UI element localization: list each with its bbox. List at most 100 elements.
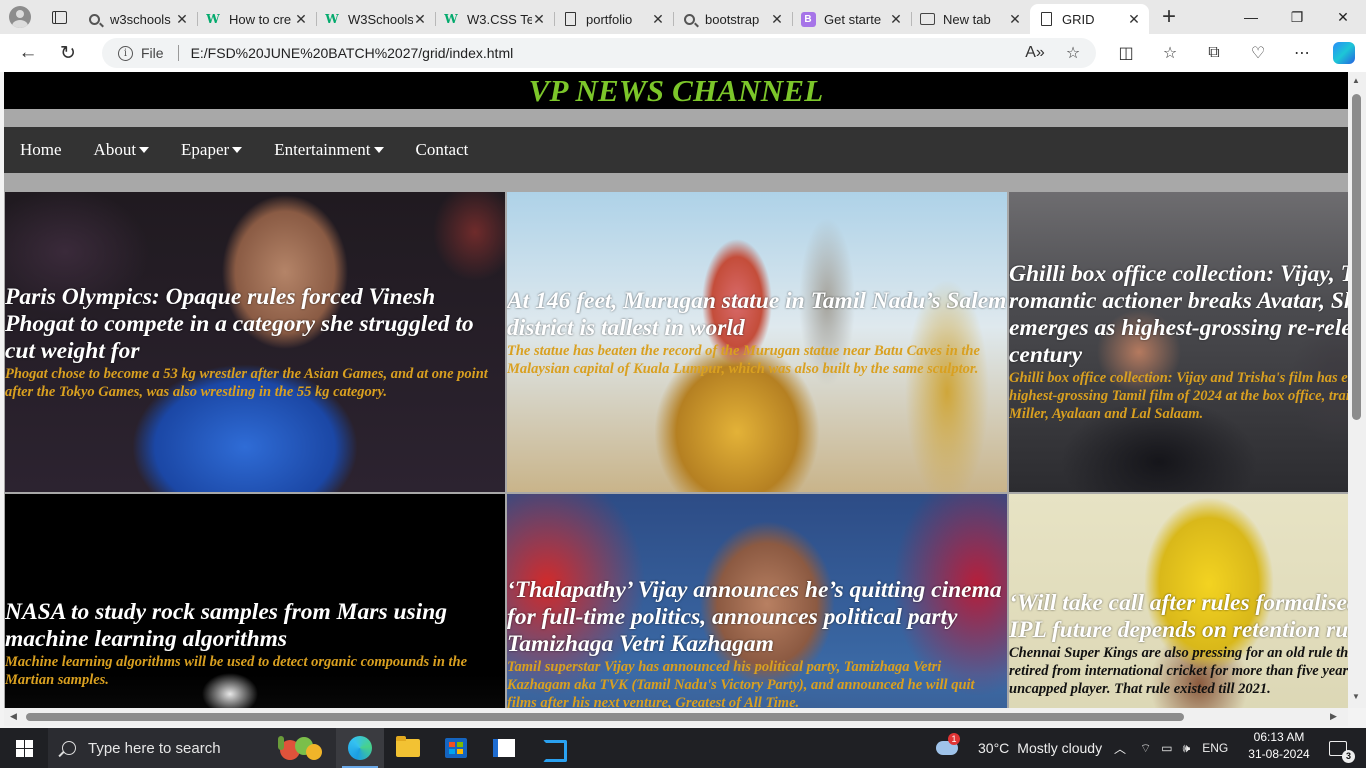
taskbar-search-box[interactable]: Type here to search: [48, 728, 336, 768]
url-text[interactable]: E:/FSD%20JUNE%20BATCH%2027/grid/index.ht…: [191, 45, 514, 61]
tab-close-icon[interactable]: ✕: [1127, 11, 1141, 28]
scroll-up-arrow-icon[interactable]: ▲: [1352, 76, 1360, 85]
profile-avatar-icon: [9, 6, 31, 28]
tab-label: New tab: [943, 11, 991, 27]
more-options-icon[interactable]: ⋯: [1280, 34, 1324, 72]
split-screen-icon[interactable]: ◫: [1104, 34, 1148, 72]
favorites-icon[interactable]: ☆: [1148, 34, 1192, 72]
site-navbar: Home About Epaper Entertainment Contact: [4, 127, 1348, 173]
collections-icon[interactable]: ⧉: [1192, 34, 1236, 72]
horizontal-scrollbar[interactable]: ◀ ▶: [4, 708, 1348, 726]
news-card-vijay-politics[interactable]: ‘Thalapathy’ Vijay announces he’s quitti…: [507, 494, 1007, 708]
notification-center-button[interactable]: 3: [1318, 728, 1358, 768]
browser-tab-how-to-create[interactable]: W How to cre ✕: [197, 5, 316, 33]
search-icon: [62, 741, 76, 755]
tab-label: bootstrap: [705, 11, 760, 27]
address-bar[interactable]: i File E:/FSD%20JUNE%20BATCH%2027/grid/i…: [102, 38, 1096, 68]
weather-widget[interactable]: 1 30°C Mostly cloudy: [936, 728, 1102, 768]
new-tab-button[interactable]: +: [1149, 0, 1189, 34]
folder-icon: [396, 736, 420, 757]
bootstrap-icon: B: [800, 11, 816, 27]
browser-tab-portfolio[interactable]: portfolio ✕: [554, 5, 673, 33]
back-arrow-icon[interactable]: ←: [8, 34, 48, 72]
language-indicator[interactable]: ENG: [1202, 741, 1228, 755]
scroll-down-arrow-icon[interactable]: ▼: [1352, 692, 1360, 701]
tab-close-icon[interactable]: ✕: [294, 11, 308, 28]
news-card-murugan-statue[interactable]: At 146 feet, Murugan statue in Tamil Nad…: [507, 192, 1007, 492]
search-icon: [681, 11, 697, 27]
info-icon[interactable]: i: [118, 45, 133, 61]
copilot-icon[interactable]: [1322, 34, 1366, 72]
scroll-left-arrow-icon[interactable]: ◀: [10, 711, 17, 722]
browser-tab-bootstrap-search[interactable]: bootstrap ✕: [673, 5, 792, 33]
tab-close-icon[interactable]: ✕: [175, 11, 189, 28]
volume-icon[interactable]: 🕪: [1183, 741, 1191, 756]
site-title: VP NEWS CHANNEL: [528, 73, 824, 108]
tab-label: W3.CSS Te: [467, 11, 532, 27]
tab-close-icon[interactable]: ✕: [770, 11, 784, 28]
browser-tab-grid[interactable]: GRID ✕: [1030, 4, 1149, 34]
news-summary: Ghilli box office collection: Vijay and …: [1009, 370, 1348, 422]
refresh-icon[interactable]: ↻: [48, 34, 88, 72]
chevron-up-icon[interactable]: ︿: [1114, 740, 1126, 757]
favorite-star-icon[interactable]: ☆: [1056, 38, 1090, 68]
taskbar-news[interactable]: [480, 728, 528, 768]
newtab-icon: [919, 11, 935, 27]
close-window-icon[interactable]: ✕: [1320, 0, 1366, 34]
tab-actions-button[interactable]: [40, 0, 78, 34]
tab-close-icon[interactable]: ✕: [532, 11, 546, 28]
weather-temp: 30°C: [978, 740, 1010, 756]
network-icon[interactable]: ⌔: [1140, 741, 1151, 756]
search-icon: [86, 11, 102, 27]
news-card-nasa-mars[interactable]: NASA to study rock samples from Mars usi…: [5, 494, 505, 708]
tab-close-icon[interactable]: ✕: [889, 11, 903, 28]
profile-button[interactable]: [0, 0, 40, 34]
taskbar-file-explorer[interactable]: [384, 728, 432, 768]
taskbar-store[interactable]: [432, 728, 480, 768]
taskbar-vscode[interactable]: [528, 728, 576, 768]
news-summary: Chennai Super Kings are also pressing fo…: [1009, 645, 1348, 697]
browser-tab-new-tab[interactable]: New tab ✕: [911, 5, 1030, 33]
news-headline: Paris Olympics: Opaque rules forced Vine…: [5, 284, 474, 364]
news-headline: NASA to study rock samples from Mars usi…: [5, 599, 448, 652]
horizontal-scroll-thumb[interactable]: [26, 713, 1184, 721]
clock-date: 31-08-2024: [1248, 747, 1310, 761]
news-card-ghilli[interactable]: Ghilli box office collection: Vijay, Tri…: [1009, 192, 1348, 492]
taskbar-clock[interactable]: 06:13 AM 31-08-2024: [1248, 729, 1310, 763]
site-header: VP NEWS CHANNEL: [4, 72, 1348, 109]
store-icon: [445, 738, 467, 758]
edge-icon: [348, 736, 372, 760]
nav-epaper[interactable]: Epaper: [181, 140, 243, 160]
vertical-scroll-thumb[interactable]: [1352, 94, 1361, 420]
tab-close-icon[interactable]: ✕: [651, 11, 665, 28]
vertical-scrollbar[interactable]: ▲ ▼: [1348, 72, 1366, 708]
browser-tab-get-started[interactable]: B Get starte ✕: [792, 5, 911, 33]
minimize-icon[interactable]: —: [1228, 0, 1274, 34]
start-button[interactable]: [0, 728, 48, 768]
w3schools-icon: W: [325, 12, 339, 26]
taskbar-edge[interactable]: [336, 728, 384, 768]
clock-time: 06:13 AM: [1253, 730, 1305, 744]
caret-down-icon: [232, 147, 243, 153]
nav-contact[interactable]: Contact: [416, 140, 469, 160]
browser-tab-w3schools[interactable]: W W3Schools ✕: [316, 5, 435, 33]
nav-about[interactable]: About: [94, 140, 150, 160]
news-headline: Ghilli box office collection: Vijay, Tri…: [1009, 261, 1348, 368]
tab-close-icon[interactable]: ✕: [413, 11, 427, 28]
browser-essentials-icon[interactable]: ♡: [1236, 34, 1280, 72]
news-summary: Tamil superstar Vijay has announced his …: [507, 659, 975, 708]
browser-tab-w3css[interactable]: W W3.CSS Te ✕: [435, 5, 554, 33]
tab-label: portfolio: [586, 11, 633, 27]
restore-icon[interactable]: ❐: [1274, 0, 1320, 34]
tab-close-icon[interactable]: ✕: [1008, 11, 1022, 28]
scroll-right-arrow-icon[interactable]: ▶: [1330, 711, 1337, 722]
battery-icon[interactable]: ▭: [1161, 741, 1172, 755]
news-card-vinesh-phogat[interactable]: Paris Olympics: Opaque rules forced Vine…: [5, 192, 505, 492]
browser-tab-w3schools-search[interactable]: w3schools ✕: [78, 5, 197, 33]
read-aloud-icon[interactable]: A»: [1018, 38, 1052, 68]
tab-label: w3schools: [110, 11, 171, 27]
nav-entertainment[interactable]: Entertainment: [274, 140, 384, 160]
nav-home[interactable]: Home: [20, 140, 62, 160]
address-divider: [177, 45, 179, 61]
news-card-dhoni-ipl[interactable]: ‘Will take call after rules formalised’:…: [1009, 494, 1348, 708]
